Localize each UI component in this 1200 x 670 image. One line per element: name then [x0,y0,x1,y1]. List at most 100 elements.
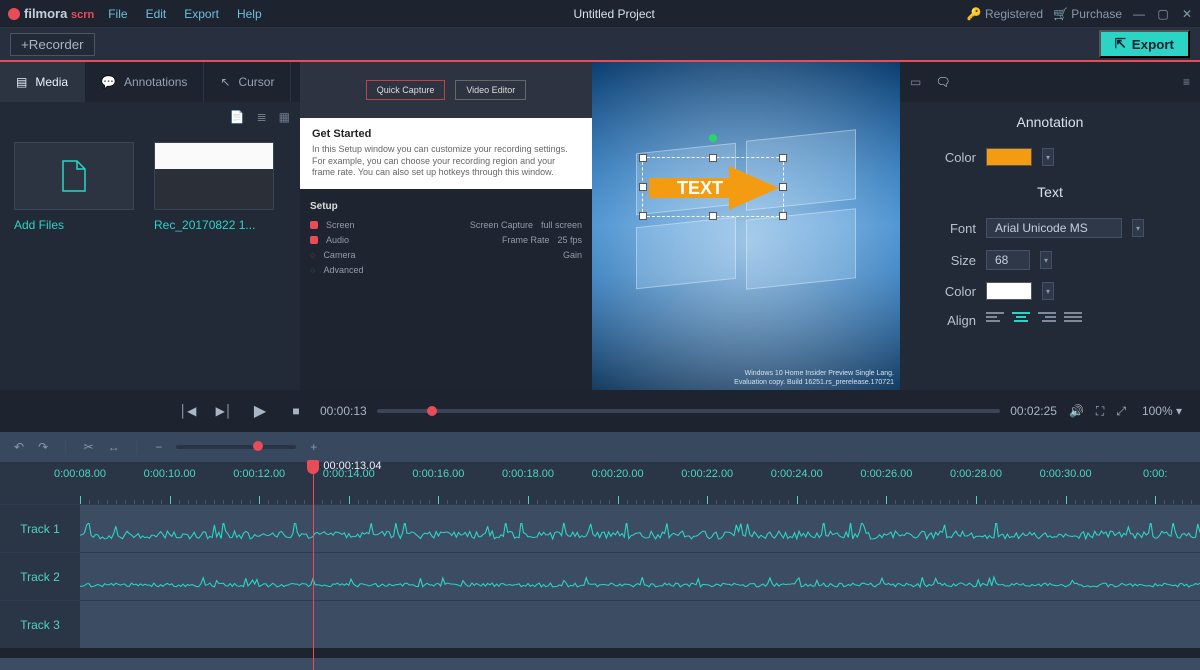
purchase-link[interactable]: 🛒 Purchase [1053,7,1122,21]
align-center-button[interactable] [1012,312,1030,328]
ruler-label: 0:00:08.00 [54,468,106,480]
font-dropdown[interactable]: ▾ [1132,219,1144,237]
setup-rate-lbl: Frame Rate [502,235,550,245]
window-maximize-button[interactable]: ▢ [1156,7,1170,21]
resize-handle[interactable] [639,212,647,220]
seek-knob[interactable] [427,406,437,416]
props-tab-annotation-icon[interactable]: 🗨 [935,75,950,89]
preview-canvas[interactable]: Quick Capture Video Editor Get Started I… [300,62,900,390]
track-3-header[interactable]: Track 3 [0,601,80,648]
recorder-button[interactable]: +Recorder [10,33,95,56]
seek-bar[interactable] [377,409,1001,413]
resize-handle[interactable] [639,154,647,162]
add-files-tile[interactable]: Add Files [14,142,134,232]
playhead-time: 00:00:13.04 [323,460,381,472]
brand-main: filmora [24,6,67,21]
track-2-header[interactable]: Track 2 [0,553,80,600]
grid-view-icon[interactable]: ▦ [279,110,290,124]
tab-media-label: Media [35,75,68,89]
zoom-value[interactable]: 100% ▾ [1138,404,1186,418]
media-clip-1-label: Rec_20170822 1... [154,218,274,232]
window-close-button[interactable]: ✕ [1180,7,1194,21]
menu-file[interactable]: File [108,7,127,21]
text-color-dropdown[interactable]: ▾ [1042,282,1054,300]
timeline-zoom-slider[interactable] [176,445,296,449]
crop-icon[interactable]: ⛶ [1096,404,1104,419]
track-2-body[interactable] [80,553,1200,600]
playhead[interactable]: 00:00:13.04 [313,462,314,670]
font-select[interactable]: Arial Unicode MS [986,218,1122,238]
ruler-label: 0:00:16.00 [412,468,464,480]
fit-button[interactable]: ↔ [108,440,120,454]
setup-rate-val: 25 fps [557,235,582,245]
timeline[interactable]: 0:00:08.000:00:10.000:00:12.000:00:14.00… [0,462,1200,670]
annotation-selection[interactable]: TEXT [642,157,784,217]
zoom-in-button[interactable]: + [310,440,317,454]
menu-export[interactable]: Export [184,7,219,21]
tab-cursor[interactable]: ↖ Cursor [204,62,291,102]
zoom-knob[interactable] [253,441,263,451]
prev-frame-button[interactable]: │◀ [176,404,200,418]
resize-handle[interactable] [709,212,717,220]
menu-edit[interactable]: Edit [146,7,167,21]
volume-icon[interactable]: 🔊 [1069,404,1084,418]
get-started-text: In this Setup window you can customize y… [312,144,580,179]
undo-button[interactable]: ↶ [14,440,24,454]
resize-handle[interactable] [779,212,787,220]
cursor-icon: ↖ [220,75,230,89]
playback-bar: │◀ ▶│ ▶ ■ 00:00:13 00:02:25 🔊 ⛶ ⤢ 100% ▾ [0,390,1200,432]
tab-annotations-label: Annotations [124,75,187,89]
text-color-swatch[interactable] [986,282,1032,300]
size-field[interactable]: 68 [986,250,1030,270]
tab-annotations[interactable]: 💬 Annotations [85,62,204,102]
tab-media[interactable]: ▤ Media [0,62,85,102]
align-right-button[interactable] [1038,312,1056,328]
window-minimize-button[interactable]: — [1132,7,1146,21]
resize-handle[interactable] [639,183,647,191]
resize-handle[interactable] [709,154,717,162]
add-file-icon[interactable]: 📄 [230,110,245,124]
text-color-label: Color [920,284,976,299]
stop-button[interactable]: ■ [284,404,308,418]
get-started-heading: Get Started [312,128,580,140]
ruler-label: 0:00:20.00 [592,468,644,480]
redo-button[interactable]: ↷ [38,440,48,454]
properties-panel: ▭ 🗨 ≡ Annotation Color ▾ Text Font Arial… [900,62,1200,390]
play-button[interactable]: ▶ [248,401,272,421]
export-button[interactable]: ⇱ Export [1099,30,1190,58]
props-menu-icon[interactable]: ≡ [1183,75,1190,89]
registered-link[interactable]: 🔑 Registered [967,7,1043,21]
rotation-handle[interactable] [709,134,717,142]
align-justify-button[interactable] [1064,312,1082,328]
track-1-body[interactable] [80,505,1200,552]
ruler-label: 0:00:12.00 [233,468,285,480]
timeline-toolbar: ↶ ↷ │ ✂ ↔ │ − + [0,432,1200,462]
next-frame-button[interactable]: ▶│ [212,404,236,418]
media-clip-1[interactable]: Rec_20170822 1... [154,142,274,232]
time-ruler[interactable]: 0:00:08.000:00:10.000:00:12.000:00:14.00… [80,462,1200,504]
resize-handle[interactable] [779,183,787,191]
export-icon: ⇱ [1115,36,1126,52]
props-annotation-header: Annotation [900,102,1200,142]
size-dropdown[interactable]: ▾ [1040,251,1052,269]
zoom-out-button[interactable]: − [155,440,162,454]
annotation-icon: 💬 [101,75,116,89]
resize-handle[interactable] [779,154,787,162]
list-view-icon[interactable]: ≣ [257,110,267,124]
export-label: Export [1132,37,1174,52]
cut-button[interactable]: ✂ [84,440,94,454]
track-1-header[interactable]: Track 1 [0,505,80,552]
ruler-label: 0:00:30.00 [1040,468,1092,480]
arrow-annotation-icon[interactable]: TEXT [649,166,779,210]
current-time: 00:00:13 [320,404,367,418]
track-3-body[interactable] [80,601,1200,648]
annot-color-swatch[interactable] [986,148,1032,166]
setup-screen: Screen [326,220,355,230]
ruler-label: 0:00:18.00 [502,468,554,480]
menu-help[interactable]: Help [237,7,262,21]
props-tab-layout-icon[interactable]: ▭ [910,75,921,89]
annot-color-dropdown[interactable]: ▾ [1042,148,1054,166]
fullscreen-icon[interactable]: ⤢ [1116,404,1126,419]
align-left-button[interactable] [986,312,1004,328]
video-editor-button: Video Editor [455,80,526,100]
